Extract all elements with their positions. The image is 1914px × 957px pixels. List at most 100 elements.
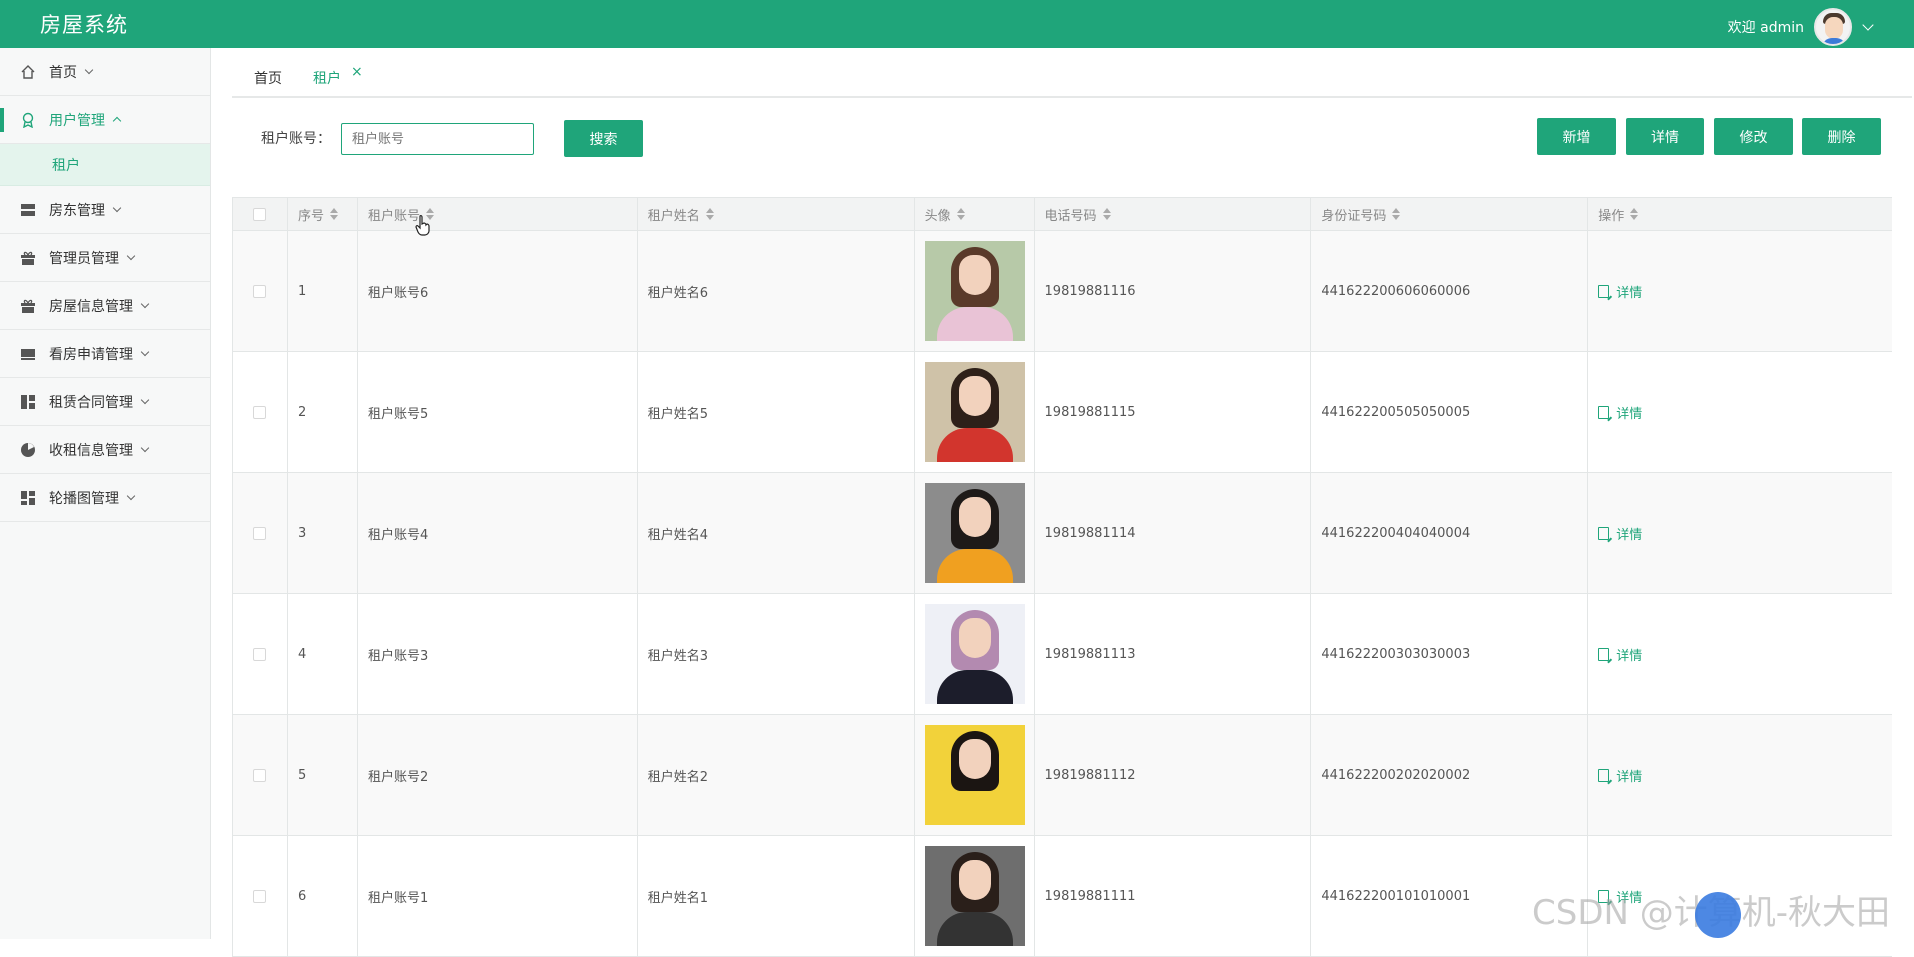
cell-account: 租户账号2 bbox=[358, 715, 638, 835]
table-row[interactable]: 5 租户账号2 租户姓名2 19819881112 441622200202020002… bbox=[233, 715, 1892, 836]
row-detail-link[interactable]: 详情 bbox=[1598, 403, 1642, 422]
cell-name: 租户姓名6 bbox=[638, 231, 915, 351]
sort-icon[interactable] bbox=[1392, 208, 1401, 220]
avatar-photo[interactable] bbox=[924, 604, 1025, 704]
col-header-operation[interactable]: 操作 bbox=[1588, 198, 1892, 230]
edit-button[interactable]: 修改 bbox=[1714, 118, 1793, 155]
row-select-cell bbox=[233, 715, 288, 835]
sidebar-item-carousel[interactable]: 轮播图管理 bbox=[0, 474, 210, 522]
cell-account: 租户账号6 bbox=[358, 231, 638, 351]
edit-doc-icon bbox=[1598, 768, 1610, 782]
row-detail-link[interactable]: 详情 bbox=[1598, 524, 1642, 543]
col-header-phone[interactable]: 电话号码 bbox=[1035, 198, 1312, 230]
cell-phone: 19819881114 bbox=[1035, 473, 1312, 593]
col-header-avatar[interactable]: 头像 bbox=[915, 198, 1035, 230]
cell-phone: 19819881115 bbox=[1035, 352, 1312, 472]
sidebar-item-label: 轮播图管理 bbox=[49, 490, 119, 507]
cell-account: 租户账号1 bbox=[358, 836, 638, 956]
row-checkbox[interactable] bbox=[253, 526, 267, 540]
avatar-photo[interactable] bbox=[924, 846, 1025, 946]
sort-icon[interactable] bbox=[705, 208, 714, 220]
chevron-up-icon bbox=[112, 116, 122, 126]
sort-icon[interactable] bbox=[329, 208, 338, 220]
sort-icon[interactable] bbox=[1630, 208, 1639, 220]
sort-icon[interactable] bbox=[956, 208, 965, 220]
row-select-cell bbox=[233, 836, 288, 956]
avatar-photo[interactable] bbox=[924, 725, 1025, 825]
add-button[interactable]: 新增 bbox=[1537, 118, 1616, 155]
sidebar-item-home[interactable]: 首页 bbox=[0, 48, 210, 96]
cell-account: 租户账号5 bbox=[358, 352, 638, 472]
sidebar-item-label: 用户管理 bbox=[49, 112, 105, 129]
cell-phone: 19819881116 bbox=[1035, 231, 1312, 351]
cell-name: 租户姓名2 bbox=[638, 715, 915, 835]
mouse-cursor-icon bbox=[415, 214, 430, 236]
cell-no: 6 bbox=[288, 836, 358, 956]
sidebar-item-admin[interactable]: 管理员管理 bbox=[0, 234, 210, 282]
user-menu[interactable]: 欢迎 admin bbox=[1727, 8, 1874, 46]
sidebar-item-lease-contract[interactable]: 租赁合同管理 bbox=[0, 378, 210, 426]
sidebar-subitem-tenant[interactable]: 租户 bbox=[0, 144, 210, 186]
search-button[interactable]: 搜索 bbox=[564, 120, 643, 157]
cell-no: 2 bbox=[288, 352, 358, 472]
row-detail-link[interactable]: 详情 bbox=[1598, 645, 1642, 664]
row-detail-link[interactable]: 详情 bbox=[1598, 282, 1642, 301]
cell-name: 租户姓名1 bbox=[638, 836, 915, 956]
select-all-checkbox[interactable] bbox=[253, 207, 267, 221]
cell-operation: 详情 bbox=[1588, 594, 1892, 714]
sidebar-item-viewing-request[interactable]: 看房申请管理 bbox=[0, 330, 210, 378]
cell-operation: 详情 bbox=[1588, 715, 1892, 835]
table-row[interactable]: 1 租户账号6 租户姓名6 19819881116 441622200606060006… bbox=[233, 231, 1892, 352]
col-header-account[interactable]: 租户账号 bbox=[358, 198, 638, 230]
app-title: 房屋系统 bbox=[40, 13, 128, 37]
col-header-no[interactable]: 序号 bbox=[288, 198, 358, 230]
sidebar-item-label: 租赁合同管理 bbox=[49, 394, 133, 411]
top-bar: 房屋系统 欢迎 admin bbox=[0, 0, 1914, 48]
col-header-name[interactable]: 租户姓名 bbox=[638, 198, 915, 230]
table-row[interactable]: 4 租户账号3 租户姓名3 19819881113 441622200303030003… bbox=[233, 594, 1892, 715]
cell-no: 1 bbox=[288, 231, 358, 351]
row-checkbox[interactable] bbox=[253, 284, 267, 298]
cell-id-card: 441622200606060006 bbox=[1311, 231, 1589, 351]
sidebar-item-house-info[interactable]: 房屋信息管理 bbox=[0, 282, 210, 330]
table-row[interactable]: 3 租户账号4 租户姓名4 19819881114 441622200404040004… bbox=[233, 473, 1892, 594]
chevron-down-icon bbox=[126, 251, 136, 260]
chevron-down-icon bbox=[126, 491, 136, 500]
avatar[interactable] bbox=[1814, 8, 1852, 46]
row-checkbox[interactable] bbox=[253, 889, 267, 903]
table-header: 序号 租户账号 租户姓名 头像 电话号码 身份证号码 操作 bbox=[233, 198, 1892, 231]
floating-badge[interactable] bbox=[1695, 892, 1741, 938]
detail-button[interactable]: 详情 bbox=[1626, 118, 1704, 155]
sidebar-item-user-management[interactable]: 用户管理 bbox=[0, 96, 210, 144]
sidebar-item-label: 房东管理 bbox=[49, 202, 105, 219]
sort-icon[interactable] bbox=[1102, 208, 1111, 220]
search-input[interactable] bbox=[341, 123, 534, 155]
close-icon[interactable]: × bbox=[351, 64, 363, 80]
avatar-photo[interactable] bbox=[924, 362, 1025, 462]
sidebar-item-landlord[interactable]: 房东管理 bbox=[0, 186, 210, 234]
delete-button[interactable]: 删除 bbox=[1802, 118, 1881, 155]
cell-avatar bbox=[915, 473, 1035, 593]
table-row[interactable]: 2 租户账号5 租户姓名5 19819881115 441622200505050005… bbox=[233, 352, 1892, 473]
row-checkbox[interactable] bbox=[253, 768, 267, 782]
cell-account: 租户账号4 bbox=[358, 473, 638, 593]
avatar-photo[interactable] bbox=[924, 483, 1025, 583]
table-body: 1 租户账号6 租户姓名6 19819881116 441622200606060006… bbox=[233, 231, 1892, 957]
cell-name: 租户姓名4 bbox=[638, 473, 915, 593]
chevron-down-icon bbox=[140, 443, 150, 452]
row-checkbox[interactable] bbox=[253, 647, 267, 661]
sidebar-item-rent-collection[interactable]: 收租信息管理 bbox=[0, 426, 210, 474]
row-detail-link[interactable]: 详情 bbox=[1598, 766, 1642, 785]
chevron-down-icon bbox=[112, 203, 122, 212]
chevron-down-icon bbox=[140, 395, 150, 404]
avatar-photo[interactable] bbox=[924, 241, 1025, 341]
col-header-id-card[interactable]: 身份证号码 bbox=[1311, 198, 1589, 230]
welcome-text: 欢迎 admin bbox=[1727, 20, 1804, 36]
row-checkbox[interactable] bbox=[253, 405, 267, 419]
cell-name: 租户姓名3 bbox=[638, 594, 915, 714]
chevron-down-icon[interactable] bbox=[1862, 19, 1874, 31]
tab-tenant[interactable]: 租户 × bbox=[313, 64, 363, 88]
cell-avatar bbox=[915, 715, 1035, 835]
tab-home[interactable]: 首页 bbox=[254, 68, 282, 88]
home-icon bbox=[20, 64, 36, 80]
